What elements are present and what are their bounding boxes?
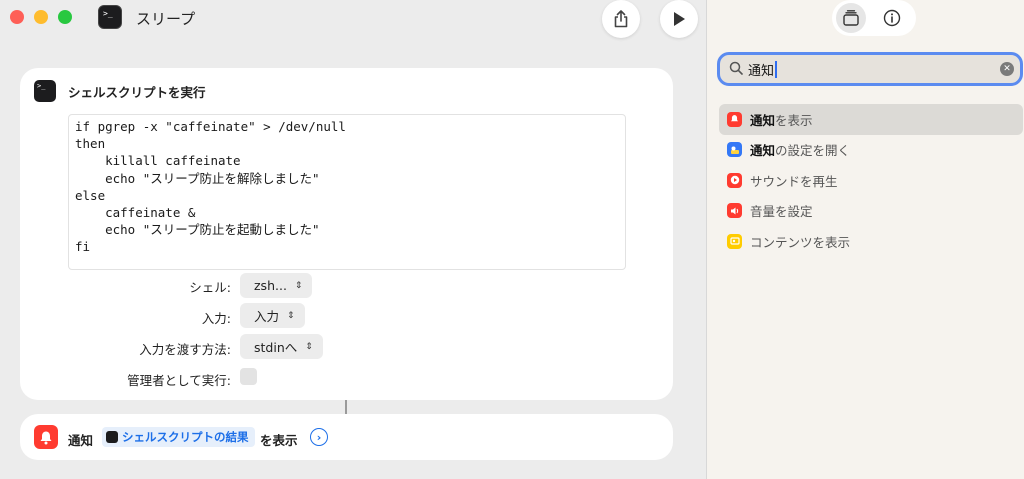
notification-icon bbox=[727, 111, 742, 127]
action-connector bbox=[345, 400, 347, 414]
share-button[interactable] bbox=[602, 0, 640, 38]
pass-input-label: 入力を渡す方法: bbox=[139, 342, 231, 357]
up-down-chevron-icon: ⇕ bbox=[294, 280, 303, 291]
close-window-button[interactable] bbox=[10, 10, 24, 24]
window-title: スリープ bbox=[136, 10, 196, 28]
minimize-window-button[interactable] bbox=[34, 10, 48, 24]
result-play-sound[interactable]: サウンドを再生 bbox=[719, 165, 1023, 196]
input-label: 入力: bbox=[201, 311, 231, 326]
search-results-list: 通知 を表示 通知 の設定を開く サウンドを再生 音量を設定 コンテンツを表示 bbox=[719, 104, 1023, 257]
action-library-sidebar: ✕ 通知を表示 通知の設定を開く サウンドを再生 音量を設定 bbox=[706, 0, 1024, 479]
bell-icon bbox=[34, 425, 58, 449]
result-rest-text: 音量を設定 bbox=[750, 204, 813, 220]
action-title: シェルスクリプトを実行 bbox=[68, 85, 206, 100]
volume-icon bbox=[727, 203, 742, 219]
content-icon bbox=[727, 233, 742, 249]
search-input[interactable] bbox=[748, 59, 988, 79]
notify-suffix: を表示 bbox=[260, 433, 298, 448]
sidebar-toolbar bbox=[832, 0, 916, 36]
shell-value: zsh... bbox=[254, 278, 287, 293]
result-rest-text: の設定を開く bbox=[775, 143, 851, 159]
play-icon bbox=[674, 12, 685, 26]
editor-area: >_ スリープ >_ シェルスクリプトを実行 if pgrep -x "caff… bbox=[0, 0, 706, 479]
result-match-text: 通知 bbox=[750, 143, 776, 159]
show-notification-action[interactable]: 通知 シェルスクリプトの結果 を表示 › bbox=[20, 414, 673, 460]
search-icon bbox=[729, 61, 743, 75]
script-editor[interactable]: if pgrep -x "caffeinate" > /dev/null the… bbox=[68, 114, 626, 270]
zoom-window-button[interactable] bbox=[58, 10, 72, 24]
text-caret bbox=[775, 61, 777, 78]
up-down-chevron-icon: ⇕ bbox=[287, 310, 295, 321]
result-rest-text: を表示 bbox=[775, 112, 813, 128]
result-show-notification[interactable]: 通知 を表示 bbox=[719, 104, 1023, 135]
result-rest-text: コンテンツを表示 bbox=[750, 234, 851, 250]
pass-input-value: stdinへ bbox=[254, 340, 298, 355]
shell-result-variable[interactable]: シェルスクリプトの結果 bbox=[102, 427, 255, 447]
library-tab[interactable] bbox=[836, 3, 866, 33]
terminal-icon: >_ bbox=[34, 80, 56, 102]
run-button[interactable] bbox=[660, 0, 698, 38]
result-rest-text: サウンドを再生 bbox=[750, 173, 838, 189]
run-shell-script-action[interactable]: >_ シェルスクリプトを実行 if pgrep -x "caffeinate" … bbox=[20, 68, 673, 400]
action-search-field[interactable]: ✕ bbox=[717, 52, 1023, 86]
result-show-content[interactable]: コンテンツを表示 bbox=[719, 226, 1023, 257]
input-value: 入力 bbox=[254, 309, 280, 324]
terminal-icon bbox=[106, 431, 118, 443]
result-open-notification-settings[interactable]: 通知 の設定を開く bbox=[719, 135, 1023, 166]
info-tab[interactable] bbox=[877, 3, 907, 33]
input-popup[interactable]: 入力 ⇕ bbox=[240, 303, 305, 328]
library-icon bbox=[843, 10, 859, 26]
share-icon bbox=[614, 10, 628, 28]
up-down-chevron-icon: ⇕ bbox=[305, 341, 313, 352]
result-set-volume[interactable]: 音量を設定 bbox=[719, 196, 1023, 227]
run-as-admin-checkbox[interactable] bbox=[240, 368, 257, 385]
play-sound-icon bbox=[727, 172, 742, 188]
script-code[interactable]: if pgrep -x "caffeinate" > /dev/null the… bbox=[75, 118, 346, 256]
info-icon bbox=[883, 9, 901, 27]
notify-verb: 通知 bbox=[68, 433, 94, 448]
expand-options-button[interactable]: › bbox=[310, 428, 328, 446]
settings-app-icon bbox=[727, 142, 742, 158]
variable-label: シェルスクリプトの結果 bbox=[122, 430, 249, 444]
terminal-icon: >_ bbox=[98, 5, 122, 29]
pass-input-popup[interactable]: stdinへ ⇕ bbox=[240, 334, 323, 359]
clear-search-icon[interactable]: ✕ bbox=[1000, 62, 1014, 76]
shell-popup[interactable]: zsh... ⇕ bbox=[240, 273, 313, 298]
result-match-text: 通知 bbox=[750, 112, 776, 128]
run-as-admin-label: 管理者として実行: bbox=[127, 373, 231, 388]
shell-label: シェル: bbox=[189, 280, 231, 295]
